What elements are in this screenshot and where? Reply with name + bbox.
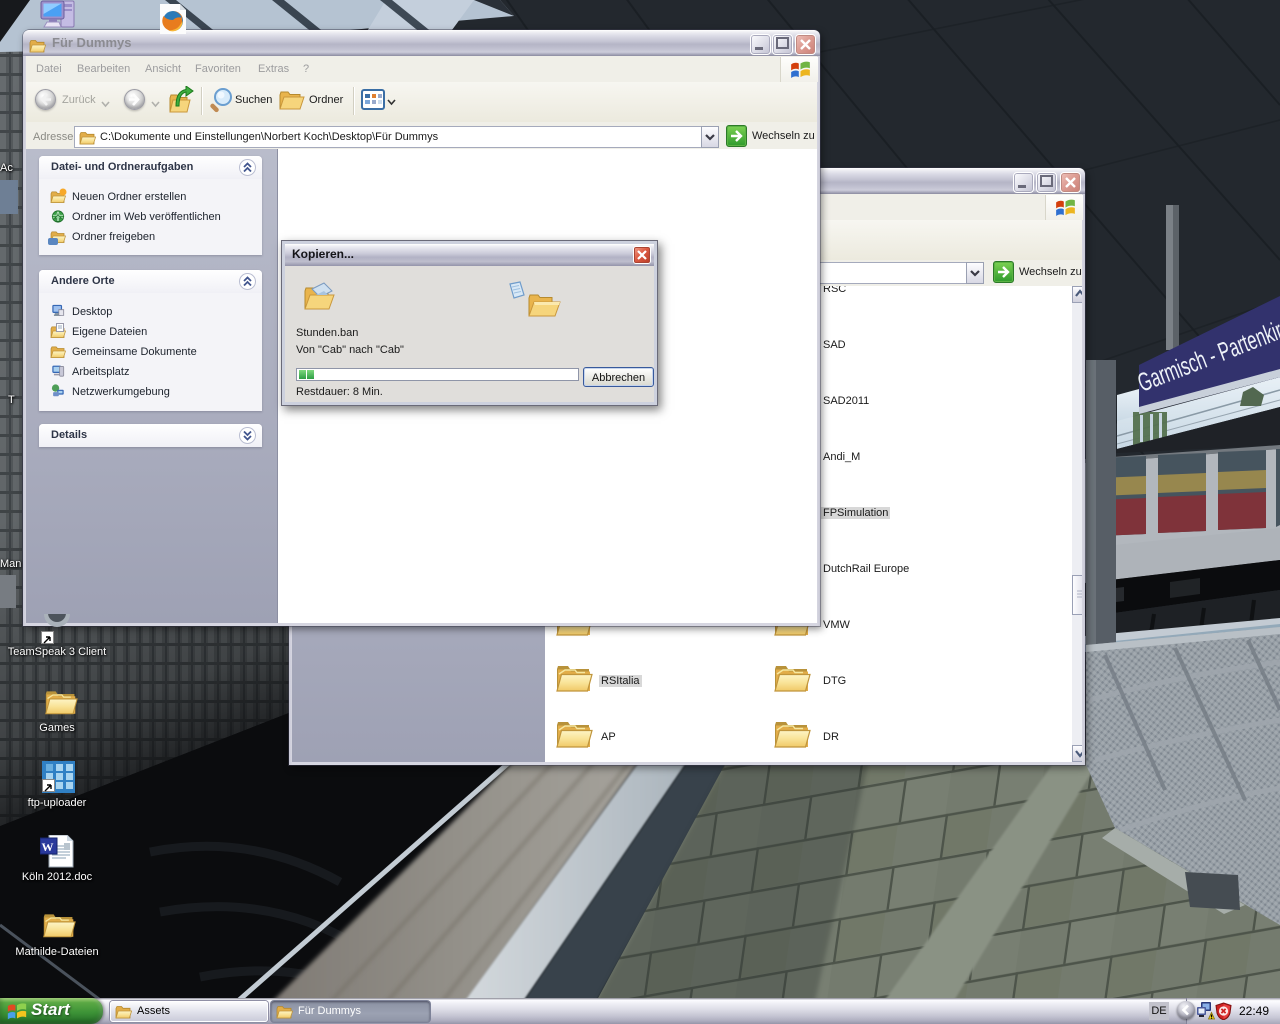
svg-text:W: W (42, 840, 54, 854)
